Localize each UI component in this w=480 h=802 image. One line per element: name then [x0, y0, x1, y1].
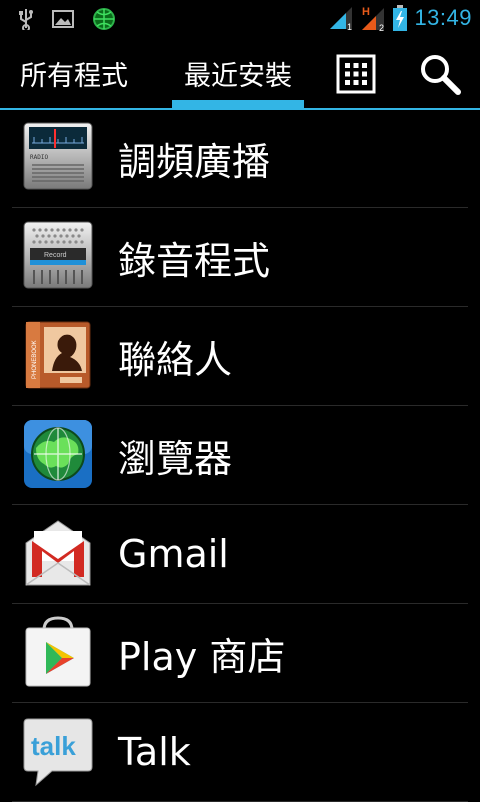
- svg-text:1: 1: [347, 22, 352, 31]
- image-icon: [52, 10, 74, 28]
- svg-text:H: H: [362, 6, 370, 18]
- talk-icon: talk: [23, 718, 93, 787]
- grid-view-icon[interactable]: [336, 54, 376, 94]
- tab-recently-installed[interactable]: 最近安裝: [172, 38, 304, 108]
- list-item[interactable]: 瀏覽器: [12, 406, 468, 505]
- app-label: Gmail: [118, 532, 229, 576]
- signal-h-icon: H 2: [362, 6, 384, 32]
- tab-bar: 所有程式 最近安裝: [0, 38, 480, 110]
- svg-text:2: 2: [379, 23, 384, 32]
- list-item[interactable]: Record 錄音程式: [12, 208, 468, 307]
- app-label: 錄音程式: [118, 238, 271, 283]
- svg-text:Record: Record: [44, 252, 67, 259]
- app-list: RADIO 調頻廣播 Record 錄音程式 PHONEBOOK 聯絡人 瀏覽器…: [0, 109, 480, 802]
- app-label: 調頻廣播: [118, 139, 271, 184]
- fm-radio-icon: RADIO: [23, 122, 93, 190]
- app-label: Play 商店: [118, 634, 286, 679]
- list-item[interactable]: Gmail: [12, 505, 468, 604]
- battery-charging-icon: [393, 5, 408, 31]
- contacts-icon: PHONEBOOK: [25, 321, 91, 389]
- search-icon[interactable]: [418, 52, 462, 96]
- app-label: Talk: [118, 730, 191, 774]
- list-item[interactable]: talk Talk: [12, 703, 468, 802]
- svg-text:PHONEBOOK: PHONEBOOK: [32, 340, 38, 379]
- clock: 13:49: [414, 5, 472, 30]
- status-bar: 1 H 2 13:49: [0, 0, 480, 38]
- svg-text:RADIO: RADIO: [30, 154, 48, 161]
- usb-icon: [19, 9, 33, 30]
- browser-globe-icon: [24, 420, 92, 488]
- gmail-icon: [25, 520, 91, 586]
- svg-text:talk: talk: [31, 731, 76, 761]
- tab-all-apps[interactable]: 所有程式: [20, 38, 128, 108]
- list-item[interactable]: RADIO 調頻廣播: [12, 109, 468, 208]
- selected-tab-indicator: [172, 100, 304, 108]
- play-store-icon: [25, 616, 91, 687]
- app-label: 瀏覽器: [118, 436, 233, 481]
- app-label: 聯絡人: [118, 337, 233, 382]
- signal-1-icon: 1: [330, 7, 352, 31]
- list-item[interactable]: Play 商店: [12, 604, 468, 703]
- sound-recorder-icon: Record: [23, 221, 93, 289]
- list-item[interactable]: PHONEBOOK 聯絡人: [12, 307, 468, 406]
- globe-icon: [93, 8, 115, 30]
